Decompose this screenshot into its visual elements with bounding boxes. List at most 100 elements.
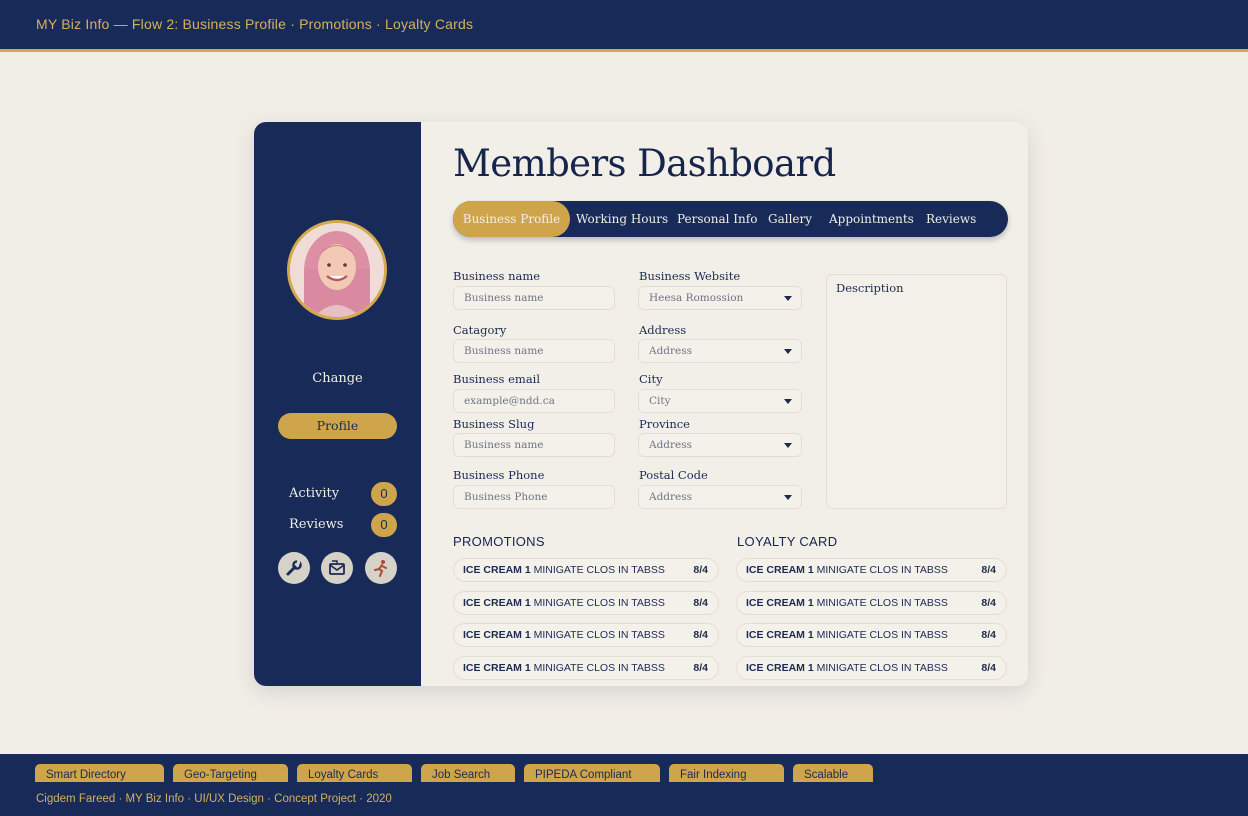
promotion-item-name: ICE CREAM 1 xyxy=(463,564,531,576)
chevron-down-icon xyxy=(784,495,792,500)
tag-smart-directory: Smart Directory xyxy=(35,764,164,782)
business-slug-input[interactable]: Business name xyxy=(453,433,615,457)
address-value: Address xyxy=(649,345,693,357)
reviews-stat[interactable]: Reviews 0 xyxy=(289,513,397,537)
business-website-label: Business Website xyxy=(639,269,741,283)
runner-icon[interactable] xyxy=(365,552,397,584)
tag-fair-indexing: Fair Indexing xyxy=(669,764,784,782)
promotion-item[interactable]: ICE CREAM 1 MINIGATE CLOS IN TABSS 8/4 xyxy=(453,591,719,615)
sidebar: Change Profile Activity 0 Reviews 0 xyxy=(254,122,421,686)
promotion-item-count: 8/4 xyxy=(693,629,708,641)
promotion-item-desc: MINIGATE CLOS IN TABSS xyxy=(530,662,665,674)
dashboard-card: Change Profile Activity 0 Reviews 0 Memb… xyxy=(254,122,1028,686)
reviews-count-badge: 0 xyxy=(371,513,397,537)
tag-pipeda-compliant: PIPEDA Compliant xyxy=(524,764,660,782)
loyalty-item[interactable]: ICE CREAM 1 MINIGATE CLOS IN TABSS 8/4 xyxy=(736,558,1007,582)
page-title: Members Dashboard xyxy=(453,142,836,185)
change-photo-link[interactable]: Change xyxy=(254,371,421,386)
top-bar-title: MY Biz Info — Flow 2: Business Profile ·… xyxy=(36,16,474,32)
promotion-item-count: 8/4 xyxy=(693,662,708,674)
city-select[interactable]: City xyxy=(638,389,802,413)
promotion-item-desc: MINIGATE CLOS IN TABSS xyxy=(530,629,665,641)
loyalty-item-desc: MINIGATE CLOS IN TABSS xyxy=(813,597,948,609)
top-bar: MY Biz Info — Flow 2: Business Profile ·… xyxy=(0,0,1248,52)
chevron-down-icon xyxy=(784,443,792,448)
business-website-select[interactable]: Heesa Romossion xyxy=(638,286,802,310)
business-phone-input[interactable]: Business Phone xyxy=(453,485,615,509)
loyalty-item-name: ICE CREAM 1 xyxy=(746,662,814,674)
chevron-down-icon xyxy=(784,399,792,404)
promotion-item-name: ICE CREAM 1 xyxy=(463,629,531,641)
tab-gallery[interactable]: Gallery xyxy=(768,201,812,237)
activity-stat[interactable]: Activity 0 xyxy=(289,482,397,506)
province-select[interactable]: Address xyxy=(638,433,802,457)
description-label: Description xyxy=(836,281,904,295)
chevron-down-icon xyxy=(784,296,792,301)
tag-job-search: Job Search xyxy=(421,764,515,782)
promotion-item[interactable]: ICE CREAM 1 MINIGATE CLOS IN TABSS 8/4 xyxy=(453,656,719,680)
loyalty-item-count: 8/4 xyxy=(981,564,996,576)
tag-geo-targeting: Geo-Targeting xyxy=(173,764,288,782)
tag-scalable: Scalable xyxy=(793,764,873,782)
tab-reviews[interactable]: Reviews xyxy=(926,201,976,237)
footer: Smart Directory Geo-Targeting Loyalty Ca… xyxy=(0,754,1248,816)
wrench-icon[interactable] xyxy=(278,552,310,584)
promotion-item-name: ICE CREAM 1 xyxy=(463,597,531,609)
loyalty-item-desc: MINIGATE CLOS IN TABSS xyxy=(813,662,948,674)
loyalty-card-title: LOYALTY CARD xyxy=(737,534,838,549)
footer-credits: Cigdem Fareed · MY Biz Info · UI/UX Desi… xyxy=(36,793,392,805)
loyalty-item-desc: MINIGATE CLOS IN TABSS xyxy=(813,629,948,641)
promotions-title: PROMOTIONS xyxy=(453,534,545,549)
business-email-label: Business email xyxy=(453,372,541,386)
promotion-item-desc: MINIGATE CLOS IN TABSS xyxy=(530,597,665,609)
mail-icon[interactable] xyxy=(321,552,353,584)
postal-code-value: Address xyxy=(649,491,693,503)
avatar-photo xyxy=(290,223,384,317)
promotion-item-count: 8/4 xyxy=(693,597,708,609)
promotion-item[interactable]: ICE CREAM 1 MINIGATE CLOS IN TABSS 8/4 xyxy=(453,623,719,647)
loyalty-item[interactable]: ICE CREAM 1 MINIGATE CLOS IN TABSS 8/4 xyxy=(736,623,1007,647)
activity-count-badge: 0 xyxy=(371,482,397,506)
promotion-item-desc: MINIGATE CLOS IN TABSS xyxy=(530,564,665,576)
main-panel: Members Dashboard Business Profile Worki… xyxy=(421,122,1028,686)
catagory-label: Catagory xyxy=(453,323,507,337)
activity-label: Activity xyxy=(289,486,340,501)
profile-button[interactable]: Profile xyxy=(278,413,397,439)
business-website-value: Heesa Romossion xyxy=(649,292,744,304)
catagory-input[interactable]: Business name xyxy=(453,339,615,363)
tab-personal-info[interactable]: Personal Info xyxy=(677,201,757,237)
promotion-item-name: ICE CREAM 1 xyxy=(463,662,531,674)
loyalty-item[interactable]: ICE CREAM 1 MINIGATE CLOS IN TABSS 8/4 xyxy=(736,591,1007,615)
address-select[interactable]: Address xyxy=(638,339,802,363)
loyalty-item-count: 8/4 xyxy=(981,662,996,674)
loyalty-item-name: ICE CREAM 1 xyxy=(746,629,814,641)
province-label: Province xyxy=(639,417,690,431)
city-value: City xyxy=(649,395,671,407)
loyalty-item-name: ICE CREAM 1 xyxy=(746,564,814,576)
loyalty-item[interactable]: ICE CREAM 1 MINIGATE CLOS IN TABSS 8/4 xyxy=(736,656,1007,680)
business-name-input[interactable]: Business name xyxy=(453,286,615,310)
promotion-item-count: 8/4 xyxy=(693,564,708,576)
business-slug-label: Business Slug xyxy=(453,417,535,431)
postal-code-label: Postal Code xyxy=(639,468,708,482)
tag-loyalty-cards: Loyalty Cards xyxy=(297,764,412,782)
reviews-label: Reviews xyxy=(289,517,344,532)
avatar[interactable] xyxy=(287,220,387,320)
address-label: Address xyxy=(639,323,687,337)
business-name-label: Business name xyxy=(453,269,541,283)
business-phone-label: Business Phone xyxy=(453,468,545,482)
chevron-down-icon xyxy=(784,349,792,354)
province-value: Address xyxy=(649,439,693,451)
loyalty-item-desc: MINIGATE CLOS IN TABSS xyxy=(813,564,948,576)
tab-working-hours[interactable]: Working Hours xyxy=(576,201,668,237)
tab-business-profile[interactable]: Business Profile xyxy=(453,201,570,237)
business-email-input[interactable]: example@ndd.ca xyxy=(453,389,615,413)
promotion-item[interactable]: ICE CREAM 1 MINIGATE CLOS IN TABSS 8/4 xyxy=(453,558,719,582)
tab-bar: Business Profile Working Hours Personal … xyxy=(453,201,1008,237)
postal-code-select[interactable]: Address xyxy=(638,485,802,509)
loyalty-item-count: 8/4 xyxy=(981,629,996,641)
description-textarea[interactable]: Description xyxy=(826,274,1007,509)
loyalty-item-count: 8/4 xyxy=(981,597,996,609)
loyalty-item-name: ICE CREAM 1 xyxy=(746,597,814,609)
tab-appointments[interactable]: Appointments xyxy=(829,201,914,237)
